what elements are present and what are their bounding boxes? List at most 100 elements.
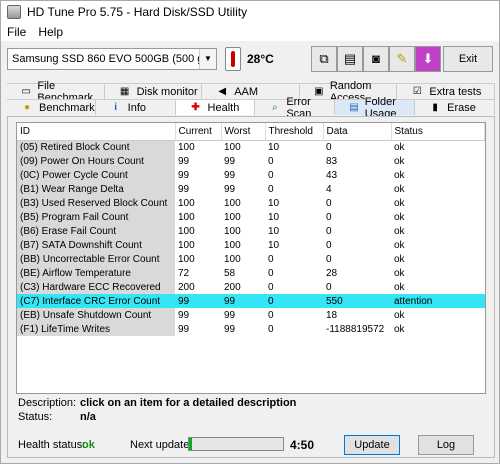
cell-current: 99 [178, 183, 190, 195]
column-header-current[interactable]: Current [175, 123, 222, 141]
cell-current: 72 [178, 267, 190, 279]
tab-info[interactable]: i Info [95, 99, 176, 115]
chevron-down-icon[interactable]: ▼ [199, 49, 216, 69]
cell-data: 0 [326, 211, 332, 223]
status-label: Status: [18, 411, 53, 423]
save-button[interactable]: ⬇ [415, 46, 441, 72]
screenshot-button[interactable]: ◙ [363, 46, 389, 72]
cell-id: (09) Power On Hours Count [17, 154, 175, 168]
menu-help[interactable]: Help [32, 25, 69, 39]
cell-id: (05) Retired Block Count [17, 140, 175, 154]
cell-status: ok [394, 183, 405, 195]
cell-threshold: 0 [268, 253, 274, 265]
table-row[interactable]: (C7) Interface CRC Error Count 99 99 0 550 at… [17, 294, 485, 308]
tab-benchmark[interactable]: ● Benchmark [7, 99, 96, 115]
health-icon: ✚ [191, 101, 200, 113]
tabs-row-1: ▭ File Benchmark ▦ Disk monitor ◀ AAM ▣ … [7, 80, 495, 104]
disk-monitor-icon: ▦ [119, 85, 130, 97]
file-benchmark-icon: ▭ [21, 85, 31, 97]
cell-current: 99 [178, 155, 190, 167]
tab-error-scan[interactable]: ⌕ Error Scan [255, 96, 336, 120]
tab-label: Info [127, 101, 146, 114]
download-icon: ⬇ [422, 51, 434, 66]
table-row[interactable]: (0C) Power Cycle Count 99 99 0 43 ok [17, 168, 485, 182]
table-row[interactable]: (EB) Unsafe Shutdown Count 99 99 0 18 ok [17, 308, 485, 322]
tab-erase[interactable]: ▮ Erase [415, 99, 496, 115]
copy-icon: ⧉ [319, 51, 329, 66]
health-panel: ID Current Worst Threshold Data Status (… [7, 116, 495, 458]
copy-button[interactable]: ⧉ [311, 46, 337, 72]
cell-current: 100 [178, 239, 195, 251]
erase-icon: ▮ [432, 101, 438, 113]
table-row[interactable]: (B6) Erase Fail Count 100 100 10 0 ok [17, 224, 485, 238]
tab-folder-usage[interactable]: ▤ Folder Usage [335, 96, 416, 120]
table-row[interactable]: (BB) Uncorrectable Error Count 100 100 0 0 ok [17, 252, 485, 266]
tab-disk-monitor[interactable]: ▦ Disk monitor [104, 83, 203, 99]
column-header-data[interactable]: Data [323, 123, 392, 141]
cell-status: ok [394, 267, 405, 279]
temperature-display: 28°C [225, 46, 287, 72]
cell-id: (B3) Used Reserved Block Count [17, 196, 175, 210]
cell-threshold: 10 [268, 141, 280, 153]
options-button[interactable]: ✎ [389, 46, 415, 72]
cell-worst: 100 [224, 239, 241, 251]
main-window: HD Tune Pro 5.75 - Hard Disk/SSD Utility… [0, 0, 500, 464]
benchmark-icon: ● [23, 101, 31, 113]
info-icon: i [114, 101, 118, 113]
column-header-status[interactable]: Status [391, 123, 485, 141]
table-row[interactable]: (BE) Airflow Temperature 72 58 0 28 ok [17, 266, 485, 280]
table-row[interactable]: (09) Power On Hours Count 99 99 0 83 ok [17, 154, 485, 168]
description-value: click on an item for a detailed descript… [80, 397, 297, 409]
cell-id: (B6) Erase Fail Count [17, 224, 175, 238]
progress-fill [189, 438, 192, 450]
table-row[interactable]: (F1) LifeTime Writes 99 99 0 -1188819572 ok [17, 322, 485, 336]
cell-worst: 200 [224, 281, 241, 293]
column-header-threshold[interactable]: Threshold [265, 123, 324, 141]
error-scan-icon: ⌕ [272, 101, 278, 113]
cell-data: 0 [326, 141, 332, 153]
table-body: (05) Retired Block Count 100 100 10 0 ok (09) … [17, 140, 485, 336]
cell-data: 4 [326, 183, 332, 195]
cell-data: 18 [326, 309, 338, 321]
cell-worst: 99 [224, 169, 236, 181]
drive-select[interactable]: Samsung SSD 860 EVO 500GB (500 gB) ▼ [7, 48, 217, 70]
cell-current: 100 [178, 141, 195, 153]
table-row[interactable]: (B7) SATA Downshift Count 100 100 10 0 ok [17, 238, 485, 252]
table-row[interactable]: (C3) Hardware ECC Recovered 200 200 0 0 ok [17, 280, 485, 294]
cell-data: 43 [326, 169, 338, 181]
exit-button[interactable]: Exit [443, 46, 493, 72]
thermometer-icon [225, 47, 241, 71]
tab-aam[interactable]: ◀ AAM [202, 83, 300, 99]
column-header-worst[interactable]: Worst [221, 123, 266, 141]
tab-file-benchmark[interactable]: ▭ File Benchmark [7, 80, 105, 104]
next-update-label: Next update: [130, 439, 193, 451]
table-row[interactable]: (05) Retired Block Count 100 100 10 0 ok [17, 140, 485, 154]
tab-health[interactable]: ✚ Health [175, 99, 256, 115]
cell-id: (B1) Wear Range Delta [17, 182, 175, 196]
smart-table[interactable]: ID Current Worst Threshold Data Status (… [16, 122, 486, 394]
cell-worst: 100 [224, 225, 241, 237]
update-button[interactable]: Update [344, 435, 400, 455]
copy-text-button[interactable]: ▤ [337, 46, 363, 72]
menu-file[interactable]: File [1, 25, 32, 39]
table-row[interactable]: (B5) Program Fail Count 100 100 10 0 ok [17, 210, 485, 224]
table-row[interactable]: (B1) Wear Range Delta 99 99 0 4 ok [17, 182, 485, 196]
table-row[interactable]: (B3) Used Reserved Block Count 100 100 10 0 o… [17, 196, 485, 210]
tab-label: Erase [447, 101, 476, 114]
cell-id: (EB) Unsafe Shutdown Count [17, 308, 175, 322]
cell-worst: 99 [221, 294, 265, 308]
cell-worst: 100 [224, 141, 241, 153]
cell-data: 0 [326, 225, 332, 237]
cell-status: ok [394, 197, 405, 209]
cell-threshold: 10 [268, 197, 280, 209]
temperature-value: 28°C [247, 52, 274, 66]
cell-current: 100 [178, 225, 195, 237]
tab-label: Benchmark [39, 101, 95, 114]
column-header-id[interactable]: ID [17, 123, 176, 141]
cell-current: 99 [178, 323, 190, 335]
cell-id: (0C) Power Cycle Count [17, 168, 175, 182]
cell-worst: 100 [224, 253, 241, 265]
cell-status: ok [394, 169, 405, 181]
window-title: HD Tune Pro 5.75 - Hard Disk/SSD Utility [27, 5, 248, 19]
log-button[interactable]: Log [418, 435, 474, 455]
